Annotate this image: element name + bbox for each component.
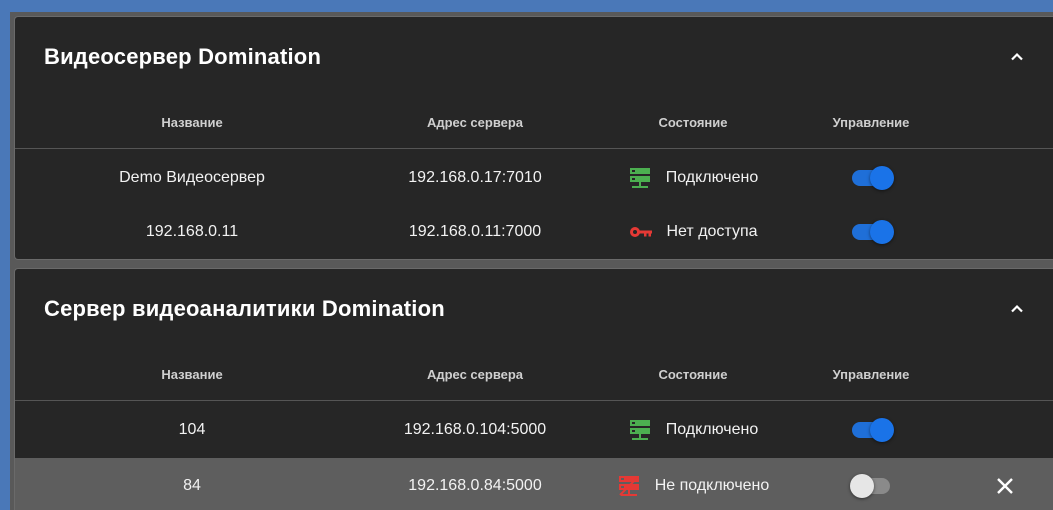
table-header: Название Адрес сервера Состояние Управле… <box>15 349 1053 401</box>
server-disconnected-icon <box>617 474 641 498</box>
enable-toggle[interactable] <box>852 220 894 244</box>
state-label: Подключено <box>665 169 759 186</box>
collapse-button[interactable] <box>1003 295 1031 323</box>
server-address: 192.168.0.104:5000 <box>403 421 547 438</box>
state-label: Не подключено <box>654 477 770 494</box>
server-address: 192.168.0.17:7010 <box>408 169 542 186</box>
server-name: Demo Видеосервер <box>119 169 265 186</box>
servers-page: Видеосервер Domination Название Адрес се… <box>10 12 1053 510</box>
column-header-address: Адрес сервера <box>426 367 524 382</box>
delete-button[interactable] <box>991 472 1019 500</box>
server-address: 192.168.0.84:5000 <box>408 477 542 494</box>
column-header-state: Состояние <box>658 367 728 382</box>
key-icon <box>629 220 653 244</box>
server-connected-icon <box>628 166 652 190</box>
server-name: 104 <box>178 421 206 438</box>
server-address: 192.168.0.11:7000 <box>408 223 542 240</box>
panel-title: Сервер видеоаналитики Domination <box>44 296 445 321</box>
close-icon <box>997 478 1013 494</box>
column-header-name: Название <box>161 367 223 382</box>
state-label: Подключено <box>665 421 759 438</box>
state-label: Нет доступа <box>666 223 758 240</box>
column-header-name: Название <box>161 115 223 130</box>
state-cell: Подключено <box>593 402 793 458</box>
table-row[interactable]: 104 192.168.0.104:5000 Подключено <box>15 402 1053 458</box>
control-cell <box>791 204 951 260</box>
state-cell: Нет доступа <box>593 204 793 260</box>
control-cell <box>791 150 951 206</box>
enable-toggle[interactable] <box>850 474 890 498</box>
control-cell <box>791 458 951 510</box>
collapse-button[interactable] <box>1003 43 1031 71</box>
video-server-panel: Видеосервер Domination Название Адрес се… <box>14 16 1053 260</box>
column-header-control: Управление <box>832 115 910 130</box>
column-header-state: Состояние <box>658 115 728 130</box>
table-header: Название Адрес сервера Состояние Управле… <box>15 97 1053 149</box>
server-name: 192.168.0.11 <box>145 223 239 240</box>
table-row[interactable]: Demo Видеосервер 192.168.0.17:7010 Подкл… <box>15 150 1053 206</box>
panel-title: Видеосервер Domination <box>44 44 322 69</box>
state-cell: Подключено <box>593 150 793 206</box>
analytics-server-panel: Сервер видеоаналитики Domination Названи… <box>14 268 1053 510</box>
server-connected-icon <box>628 418 652 442</box>
chevron-up-icon <box>1011 304 1023 313</box>
table-row[interactable]: 192.168.0.11 192.168.0.11:7000 Нет досту… <box>15 204 1053 260</box>
column-header-control: Управление <box>832 367 910 382</box>
control-cell <box>791 402 951 458</box>
table-row[interactable]: 84 192.168.0.84:5000 Не подключено <box>15 458 1053 510</box>
chevron-up-icon <box>1011 52 1023 61</box>
server-name: 84 <box>183 477 201 494</box>
enable-toggle[interactable] <box>852 166 894 190</box>
enable-toggle[interactable] <box>852 418 894 442</box>
delete-cell <box>979 458 1031 510</box>
column-header-address: Адрес сервера <box>426 115 524 130</box>
state-cell: Не подключено <box>593 458 793 510</box>
